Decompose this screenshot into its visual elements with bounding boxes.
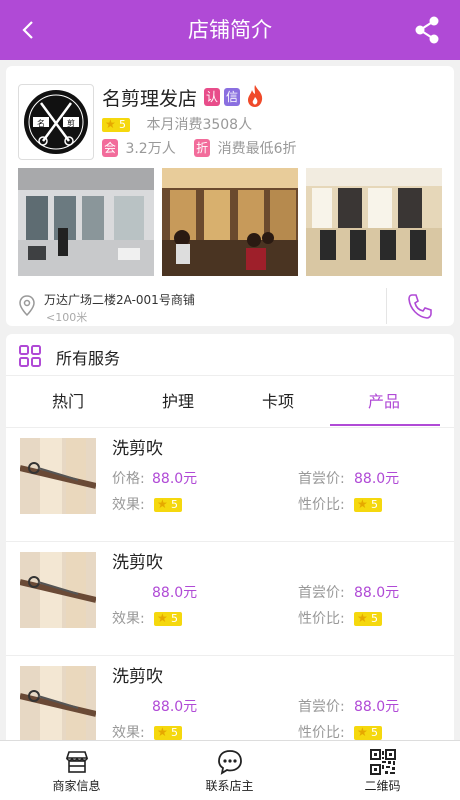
fire-icon [248,85,263,107]
shop-distance: <100米 [46,311,88,324]
service-item[interactable]: 洗剪吹 88.0元 首尝价: 88.0元 效果: ★ 5 性价比: ★ 5 [6,542,454,656]
effect-label: 效果: [112,611,145,627]
price-value: 88.0元 [152,585,198,601]
monthly-sales: 本月消费3508人 [146,117,253,133]
phone-icon[interactable] [406,292,432,320]
tab-care[interactable]: 护理 [128,376,228,428]
nav-label: 二维码 [364,779,401,793]
services-card: 所有服务 热门 护理 卡项 产品 洗剪吹 价格: 88.0元 首尝价: 88.0… [6,334,454,754]
star-icon: ★ [157,497,168,511]
value-rating: ★ 5 [354,497,382,512]
first-price-value: 88.0元 [354,585,400,601]
member-tag: 会 [102,139,118,157]
first-price-label: 首尝价: [298,471,345,487]
services-header: 所有服务 [6,334,454,376]
value-label: 性价比: [298,611,345,627]
value-label: 性价比: [298,497,345,513]
qrcode-icon [369,749,396,775]
star-icon: ★ [357,611,368,625]
price-value: 88.0元 [152,471,198,487]
nav-label: 联系店主 [205,779,254,793]
grid-icon [19,345,41,367]
service-name: 洗剪吹 [112,667,163,687]
active-tab-indicator [330,424,440,426]
value-rating: ★ 5 [354,611,382,626]
nav-shop-info[interactable]: 商家信息 [0,741,153,800]
location-pin-icon [19,295,35,317]
shop-photo[interactable] [18,168,154,276]
service-thumbnail [20,438,96,514]
nav-label: 商家信息 [52,779,101,793]
shop-logo: 名 剪 [18,84,94,160]
value-rating: ★ 5 [354,725,382,740]
logo-text-left: 名 [37,118,45,128]
auth-badge: 认 [204,88,220,106]
price-value: 88.0元 [152,699,198,715]
tab-products[interactable]: 产品 [334,376,434,428]
chat-icon [217,750,242,775]
service-name: 洗剪吹 [112,553,163,573]
first-price-value: 88.0元 [354,699,400,715]
page-title: 店铺简介 [188,18,272,42]
services-title: 所有服务 [56,349,121,368]
service-thumbnail [20,666,96,742]
tab-hot[interactable]: 热门 [18,376,118,428]
logo-text-right: 剪 [67,118,75,128]
rating-star-badge: ★ 5 [102,117,130,132]
price-label: 价格: [112,471,145,487]
service-thumbnail [20,552,96,628]
shop-name: 名剪理发店 [102,88,198,110]
effect-rating: ★ 5 [154,611,182,626]
member-count: 3.2万人 [125,141,176,157]
nav-qrcode[interactable]: 二维码 [306,741,459,800]
members-row: 会 3.2万人 折 消费最低6折 [102,138,297,158]
first-price-value: 88.0元 [354,471,400,487]
effect-label: 效果: [112,725,145,741]
star-icon: ★ [357,725,368,739]
star-icon: ★ [357,497,368,511]
service-item[interactable]: 洗剪吹 价格: 88.0元 首尝价: 88.0元 效果: ★ 5 性价比: ★ 5 [6,428,454,542]
tab-cards[interactable]: 卡项 [228,376,328,428]
effect-label: 效果: [112,497,145,513]
value-label: 性价比: [298,725,345,741]
star-icon: ★ [157,611,168,625]
first-price-label: 首尝价: [298,699,345,715]
rating-row: ★ 5 本月消费3508人 [102,114,252,134]
effect-rating: ★ 5 [154,725,182,740]
bottom-nav-bar: 商家信息 联系店主 二维码 [0,740,460,800]
trust-badge: 信 [224,88,240,106]
top-nav-bar: 店铺简介 [0,0,460,60]
service-tabs: 热门 护理 卡项 产品 [6,376,454,428]
first-price-label: 首尝价: [298,585,345,601]
shop-info-card: 名 剪 名剪理发店 认 信 ★ 5 本月消费3508人 会 3.2万人 折 消费最… [6,66,454,326]
share-icon[interactable] [412,14,442,46]
discount-tag: 折 [194,139,211,157]
nav-contact-owner[interactable]: 联系店主 [153,741,306,800]
store-icon [65,751,88,773]
shop-photo[interactable] [306,168,442,276]
star-icon: ★ [105,117,116,131]
shop-address[interactable]: 万达广场二楼2A-001号商铺 [44,291,195,308]
divider [386,288,387,324]
star-icon: ★ [157,725,168,739]
discount-text: 消费最低6折 [217,141,297,157]
shop-photo[interactable] [162,168,298,276]
service-name: 洗剪吹 [112,439,163,459]
effect-rating: ★ 5 [154,497,182,512]
